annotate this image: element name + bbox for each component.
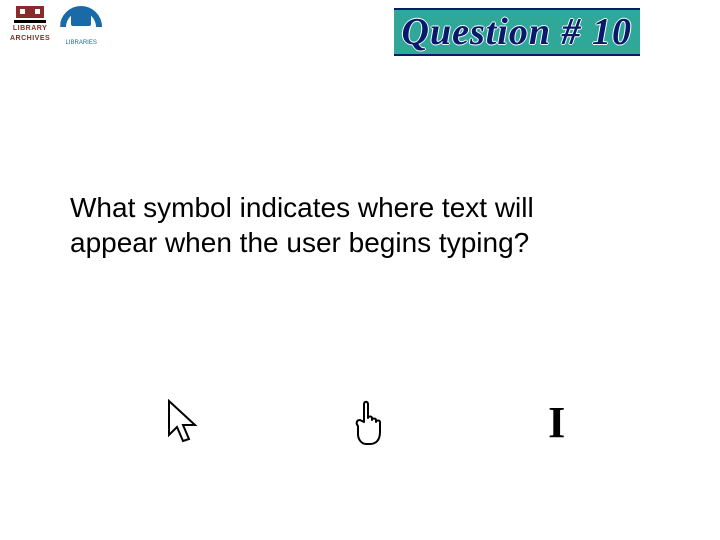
header-logos: LIBRARY ARCHIVES LIBRARIES: [10, 6, 102, 47]
logo1-line2: ARCHIVES: [10, 35, 50, 43]
logo-libraries-literacy: LIBRARIES: [60, 6, 102, 47]
slide-title-banner: Question # 10: [394, 8, 640, 56]
option-text-cursor[interactable]: I: [534, 396, 580, 450]
logo2-line1: LIBRARIES: [66, 40, 97, 47]
option-arrow-cursor[interactable]: [160, 396, 206, 450]
option-hand-cursor[interactable]: [347, 396, 393, 450]
answer-options: I: [0, 396, 720, 450]
logo-library-archives: LIBRARY ARCHIVES: [10, 6, 50, 42]
question-text: What symbol indicates where text will ap…: [70, 190, 620, 260]
text-cursor-icon: I: [548, 401, 565, 445]
slide-title: Question # 10: [394, 8, 640, 56]
hand-cursor-icon: [350, 398, 390, 448]
arrow-cursor-icon: [165, 399, 201, 447]
logo1-line1: LIBRARY: [13, 25, 47, 33]
